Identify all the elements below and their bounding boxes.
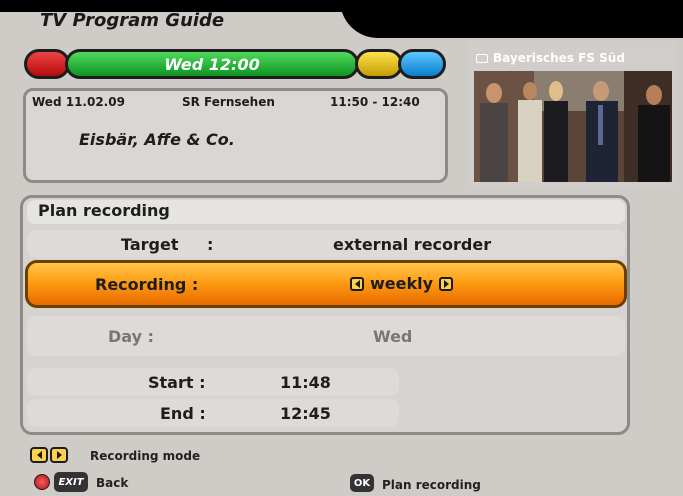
end-value: 12:45 (280, 404, 331, 423)
recording-label: Recording : (95, 275, 199, 294)
plan-title: Plan recording (38, 201, 170, 220)
preview-channel: Bayerisches FS Süd (493, 51, 625, 65)
ok-key-icon[interactable]: OK (350, 474, 374, 492)
target-label: Target (121, 235, 179, 254)
red-key-icon (34, 474, 50, 490)
tv-icon (476, 53, 488, 63)
day-label: Day : (108, 327, 154, 346)
day-value: Wed (373, 327, 413, 346)
preview-video (474, 71, 672, 182)
program-title: Eisbär, Affe & Co. (79, 130, 235, 149)
end-row[interactable] (27, 399, 399, 427)
end-label: End : (160, 404, 206, 423)
start-value: 11:48 (280, 373, 331, 392)
arrow-left-icon[interactable] (350, 276, 364, 291)
preview-header: Bayerisches FS Süd (476, 51, 672, 65)
arrow-right-icon[interactable] (439, 276, 454, 291)
yellow-button[interactable] (355, 49, 403, 79)
right-key-icon (50, 447, 68, 463)
page-title: TV Program Guide (40, 10, 225, 31)
plan-recording-hint: Plan recording (382, 478, 481, 492)
target-row[interactable] (27, 230, 625, 258)
target-value: external recorder (333, 235, 492, 254)
recording-value: weekly (370, 274, 434, 293)
program-time-range: 11:50 - 12:40 (330, 95, 420, 109)
back-hint: Back (96, 476, 129, 490)
target-separator: : (207, 235, 214, 254)
current-time: Wed 12:00 (164, 54, 260, 74)
recording-selector[interactable]: weekly (350, 274, 454, 293)
start-label: Start : (148, 373, 206, 392)
program-channel: SR Fernsehen (182, 95, 275, 109)
program-date: Wed 11.02.09 (32, 95, 125, 109)
start-row[interactable] (27, 368, 399, 396)
blue-button[interactable] (398, 49, 446, 79)
recording-mode-hint: Recording mode (90, 449, 201, 463)
exit-key-icon[interactable]: EXIT (54, 472, 88, 492)
red-button[interactable] (24, 49, 70, 79)
left-key-icon (30, 447, 48, 463)
top-right-frame (340, 0, 683, 38)
green-button[interactable]: Wed 12:00 (65, 49, 359, 79)
